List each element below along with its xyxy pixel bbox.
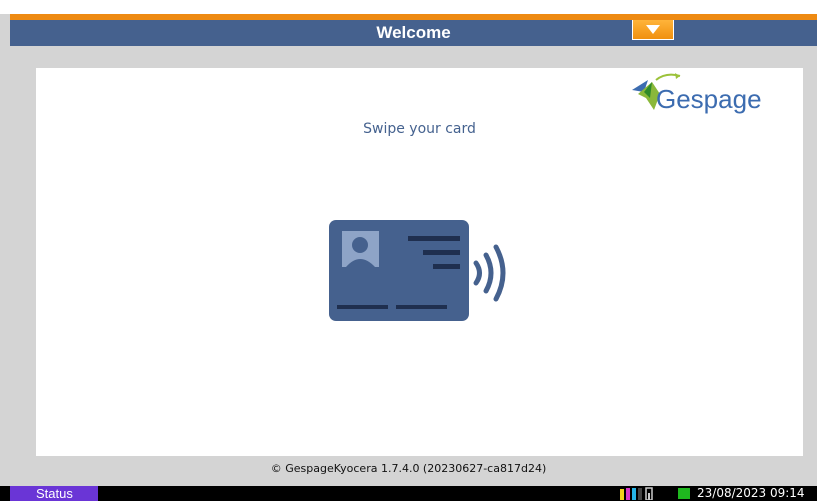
title-bar: Welcome (10, 20, 817, 46)
toner-levels-icon[interactable] (620, 487, 654, 500)
page-title: Welcome (376, 23, 451, 42)
date-time-display: 23/08/2023 09:14 (697, 486, 805, 500)
contactless-card-icon (329, 220, 506, 321)
login-panel: Gespage Swipe your card (36, 68, 803, 456)
gespage-logo: Gespage (632, 73, 762, 114)
status-button[interactable]: Status (10, 486, 98, 501)
version-footer: © GespageKyocera 1.7.4.0 (20230627-ca817… (270, 462, 547, 475)
svg-text:Gespage: Gespage (656, 84, 762, 114)
triangle-down-icon (646, 24, 660, 34)
swipe-card-prompt: Swipe your card (363, 121, 476, 137)
top-margin (0, 0, 817, 14)
network-status-icon[interactable] (678, 488, 690, 499)
status-bar: Status 23/08/2023 09:14 (0, 486, 817, 501)
dropdown-menu-button[interactable] (632, 20, 674, 40)
